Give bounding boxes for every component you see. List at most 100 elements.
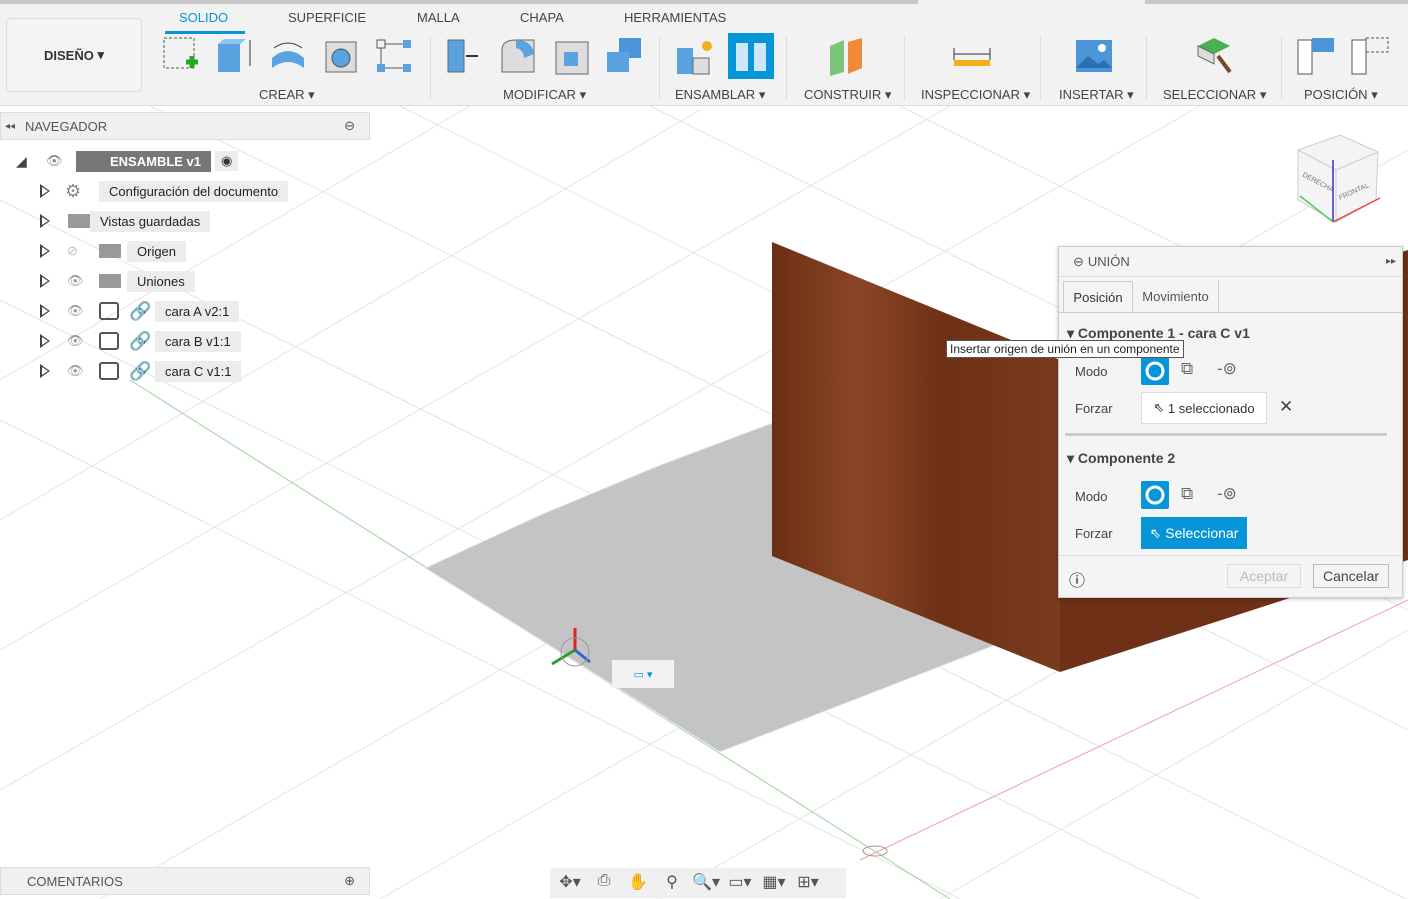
expand-icon[interactable] (40, 244, 50, 258)
minus-circle-icon[interactable]: ⊖ (1073, 254, 1084, 270)
expand-icon[interactable] (40, 214, 50, 228)
tree-item[interactable]: 👁 Uniones (40, 269, 195, 293)
construir-menu[interactable]: CONSTRUIR ▾ (804, 87, 891, 103)
construct-plane-icon[interactable] (826, 36, 866, 76)
zoom-icon[interactable]: ⚲ (658, 872, 686, 894)
extrude-icon[interactable] (214, 36, 254, 76)
eye-hidden-icon[interactable]: ⊘ (67, 243, 99, 259)
tree-item[interactable]: ⚙ Configuración del documento (40, 179, 289, 203)
link-icon: 🔗 (129, 300, 152, 321)
tab-malla[interactable]: MALLA (417, 10, 460, 25)
tree-item[interactable]: 👁 🔗 cara B v1:1 (40, 329, 241, 353)
eye-icon[interactable]: 👁 (46, 153, 76, 169)
seleccionar-menu[interactable]: SELECCIONAR ▾ (1163, 87, 1266, 103)
pan-icon[interactable]: ✋ (624, 872, 652, 894)
plus-circle-icon[interactable]: ⊕ (344, 873, 355, 889)
posicion-menu[interactable]: POSICIÓN ▾ (1304, 87, 1378, 103)
modificar-menu[interactable]: MODIFICAR ▾ (503, 87, 586, 103)
revolve-icon[interactable] (268, 36, 308, 76)
crear-menu[interactable]: CREAR ▾ (259, 87, 315, 103)
combine-icon[interactable] (605, 36, 645, 76)
select-snap-button[interactable]: ⇖ Seleccionar (1141, 517, 1247, 549)
mode-between-icon[interactable]: ⧉ (1181, 359, 1193, 379)
revert-position-icon[interactable] (1350, 36, 1390, 76)
pattern-icon[interactable] (375, 36, 415, 76)
mode-center-icon[interactable]: -⊚ (1217, 484, 1237, 504)
display-settings-icon[interactable]: ▭▾ (726, 872, 754, 894)
expand-icon[interactable] (40, 274, 50, 288)
snap-label: Forzar (1075, 526, 1113, 541)
joint-dialog-header[interactable]: ⊖ UNIÓN ▸▸ (1059, 247, 1402, 277)
expand-icon[interactable] (40, 184, 50, 198)
component-icon (99, 302, 119, 320)
mode-simple-icon[interactable] (1141, 481, 1169, 509)
minus-circle-icon[interactable]: ⊖ (344, 118, 355, 134)
tree-item-label: cara A v2:1 (155, 300, 240, 322)
mode-simple-icon[interactable] (1141, 357, 1169, 385)
tree-item[interactable]: 👁 🔗 cara C v1:1 (40, 359, 242, 383)
tree-item[interactable]: ⊘ Origen (40, 239, 187, 263)
joint-origin-dropdown[interactable]: ▭ ▾ (612, 660, 674, 688)
fillet-icon[interactable] (498, 36, 538, 76)
mode-center-icon[interactable]: -⊚ (1217, 359, 1237, 379)
folder-icon (99, 244, 121, 258)
tab-superficie[interactable]: SUPERFICIE (288, 10, 366, 25)
workspace-dropdown[interactable]: DISEÑO ▾ (6, 18, 142, 92)
tab-movimiento[interactable]: Movimiento (1133, 281, 1219, 311)
select-icon[interactable] (1194, 36, 1234, 76)
shell-icon[interactable] (552, 36, 592, 76)
expand-icon[interactable] (40, 304, 50, 318)
tree-item[interactable]: Vistas guardadas (40, 209, 211, 233)
measure-icon[interactable] (952, 36, 992, 76)
info-icon[interactable]: ⓘ (1069, 567, 1085, 591)
ribbon-toolbar: DISEÑO ▾ SOLIDO SUPERFICIE MALLA CHAPA H… (0, 0, 1408, 106)
tab-herramientas[interactable]: HERRAMIENTAS (624, 10, 726, 25)
expand-icon[interactable] (40, 364, 50, 378)
tree-item-label: Uniones (127, 270, 195, 292)
comments-bar[interactable]: COMENTARIOS ⊕ (0, 867, 370, 895)
eye-icon[interactable]: 👁 (67, 363, 99, 379)
joint-dialog: ⊖ UNIÓN ▸▸ Posición Movimiento ▾ Compone… (1058, 246, 1403, 598)
viewports-icon[interactable]: ⊞▾ (794, 872, 822, 894)
collapse-triangle-icon[interactable]: ◢ (16, 153, 46, 170)
navigator-title: NAVEGADOR (25, 118, 108, 134)
new-component-icon[interactable] (675, 36, 715, 76)
capture-position-icon[interactable] (1296, 36, 1336, 76)
insertar-menu[interactable]: INSERTAR ▾ (1059, 87, 1134, 103)
cancel-button[interactable]: Cancelar (1313, 564, 1389, 588)
link-icon: 🔗 (129, 330, 152, 351)
press-pull-icon[interactable] (444, 36, 484, 76)
mode-between-icon[interactable]: ⧉ (1181, 484, 1193, 504)
collapse-icon[interactable]: ◂◂ (5, 121, 15, 132)
tree-root[interactable]: ◢ 👁 ENSAMBLE v1 ◉ (16, 149, 239, 173)
activate-radio-icon[interactable]: ◉ (215, 151, 239, 171)
insert-image-icon[interactable] (1074, 36, 1114, 76)
orbit-icon[interactable]: ✥▾ (556, 872, 584, 894)
eye-icon[interactable]: 👁 (67, 303, 99, 319)
inspeccionar-menu[interactable]: INSPECCIONAR ▾ (921, 87, 1030, 103)
joint-icon[interactable] (728, 33, 774, 79)
navigator-header[interactable]: ◂◂ NAVEGADOR ⊖ (0, 112, 370, 140)
component2-section[interactable]: ▾ Componente 2 (1067, 450, 1175, 467)
expand-dialog-icon[interactable]: ▸▸ (1386, 256, 1396, 267)
tab-posicion[interactable]: Posición (1063, 281, 1133, 313)
tab-solido[interactable]: SOLIDO (179, 10, 228, 25)
hole-icon[interactable] (322, 36, 362, 76)
tree-item-label: Origen (127, 240, 187, 262)
tree-item[interactable]: 👁 🔗 cara A v2:1 (40, 299, 240, 323)
component-icon (99, 362, 119, 380)
ensamblar-menu[interactable]: ENSAMBLAR ▾ (675, 87, 765, 103)
snap-selection-field[interactable]: ⇖ 1 seleccionado (1141, 392, 1267, 424)
clear-selection-icon[interactable]: ✕ (1279, 397, 1293, 417)
tab-chapa[interactable]: CHAPA (520, 10, 564, 25)
active-tab-indicator (165, 31, 245, 34)
grid-settings-icon[interactable]: ▦▾ (760, 872, 788, 894)
ok-button[interactable]: Aceptar (1227, 564, 1301, 588)
create-sketch-icon[interactable] (162, 36, 202, 76)
viewcube[interactable]: FRONTAL DERECHA (1297, 134, 1381, 223)
look-at-icon[interactable]: ⎙ (590, 872, 618, 894)
expand-icon[interactable] (40, 334, 50, 348)
eye-icon[interactable]: 👁 (67, 273, 99, 289)
eye-icon[interactable]: 👁 (67, 333, 99, 349)
fit-icon[interactable]: 🔍▾ (692, 872, 720, 894)
